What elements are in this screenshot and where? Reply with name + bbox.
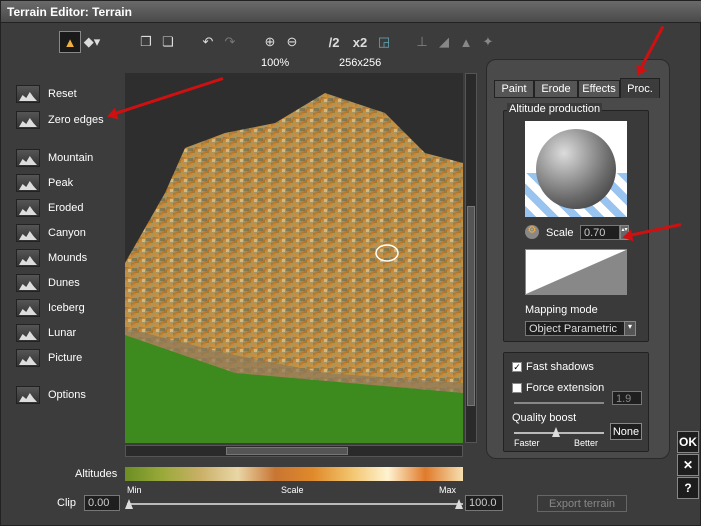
altitude-curve-preview[interactable]: [525, 249, 627, 295]
zoom-in-icon[interactable]: ⊕: [259, 31, 281, 53]
fast-shadows-checkbox[interactable]: ✓ Fast shadows: [512, 361, 594, 373]
options-icon: [16, 386, 40, 404]
faster-label: Faster: [514, 438, 540, 448]
double-resolution-button[interactable]: x2: [347, 31, 373, 53]
render-options-group: ✓ Fast shadows Force extension 1.9 Qualit…: [503, 352, 649, 452]
checked-icon: ✓: [512, 362, 522, 372]
scale-min-label: Min: [127, 485, 142, 495]
scale-input[interactable]: 0.70: [580, 225, 620, 240]
quality-boost-label: Quality boost: [512, 412, 577, 424]
terrain-mode-dropdown-icon[interactable]: ◆▾: [81, 31, 103, 53]
better-label: Better: [574, 438, 599, 448]
mounds-button[interactable]: Mounds: [16, 247, 126, 269]
peak-button[interactable]: Peak: [16, 172, 126, 194]
toolbar-mode-group: ▲ ◆▾: [59, 27, 103, 57]
altitude-production-group: Altitude production ⚙ Scale 0.70 ▴▾ Mapp…: [503, 103, 649, 342]
undo-icon[interactable]: ↶: [197, 31, 219, 53]
scale-label: Scale: [281, 485, 304, 495]
filter-icon-2[interactable]: ◢: [433, 31, 455, 53]
tab-erode[interactable]: Erode: [534, 80, 578, 98]
toolbar-undo-group: ↶ ↷: [197, 27, 241, 57]
toolbar-resolution-group: /2 x2 ◲: [321, 27, 395, 57]
lunar-button[interactable]: Lunar: [16, 322, 126, 344]
terrain-render: [125, 93, 463, 443]
clip-max-input[interactable]: 100.0: [465, 495, 503, 511]
eroded-button[interactable]: Eroded: [16, 197, 126, 219]
filter-icon-4[interactable]: ✦: [477, 31, 499, 53]
scale-label: Scale: [546, 227, 574, 239]
mountain-button[interactable]: Mountain: [16, 147, 126, 169]
terrain-resolution: 256x256: [339, 57, 382, 69]
toolbar-clipboard-group: ❐ ❏: [135, 27, 179, 57]
title-bar: Terrain Editor: Terrain: [1, 1, 701, 23]
help-button[interactable]: ?: [677, 477, 699, 499]
reset-icon: [16, 85, 40, 103]
peak-icon: [16, 174, 40, 192]
canyon-icon: [16, 224, 40, 242]
ok-button[interactable]: OK: [677, 431, 699, 453]
tab-proc[interactable]: Proc.: [620, 78, 660, 98]
picture-button[interactable]: Picture: [16, 347, 126, 369]
resize-icon[interactable]: ◲: [373, 31, 395, 53]
clip-label: Clip: [57, 497, 76, 509]
zoom-level: 100%: [261, 57, 290, 69]
halve-resolution-button[interactable]: /2: [321, 31, 347, 53]
paste-icon[interactable]: ❏: [157, 31, 179, 53]
mountain-icon: [16, 149, 40, 167]
canyon-button[interactable]: Canyon: [16, 222, 126, 244]
options-button[interactable]: Options: [16, 384, 126, 406]
force-extension-checkbox[interactable]: Force extension: [512, 382, 604, 394]
scale-max-label: Max: [439, 485, 457, 495]
force-extension-slider[interactable]: [514, 402, 604, 404]
iceberg-button[interactable]: Iceberg: [16, 297, 126, 319]
view-horizontal-scrollbar[interactable]: [125, 445, 463, 457]
clip-min-input[interactable]: 0.00: [84, 495, 120, 511]
tab-effects[interactable]: Effects: [578, 80, 620, 98]
toolbar-zoom-group: ⊕ ⊖: [259, 27, 303, 57]
dunes-icon: [16, 274, 40, 292]
terrain-editor-window: Terrain Editor: Terrain ▲ ◆▾ ❐ ❏ ↶ ↷ ⊕ ⊖…: [0, 0, 701, 526]
zoom-out-icon[interactable]: ⊖: [281, 31, 303, 53]
horizontal-scroll-thumb[interactable]: [226, 447, 348, 455]
terrain-mode-icon[interactable]: ▲: [59, 31, 81, 53]
picture-icon: [16, 349, 40, 367]
mounds-icon: [16, 249, 40, 267]
altitude-color-bar[interactable]: [125, 467, 463, 481]
zero-edges-icon: [16, 111, 40, 129]
copy-icon[interactable]: ❐: [135, 31, 157, 53]
window-title: Terrain Editor: Terrain: [7, 5, 132, 19]
eroded-icon: [16, 199, 40, 217]
mapping-mode-label: Mapping mode: [525, 304, 598, 316]
altitude-production-title: Altitude production: [507, 103, 603, 115]
material-preview[interactable]: [525, 121, 627, 217]
force-extension-value[interactable]: 1.9: [612, 391, 642, 405]
redo-icon[interactable]: ↷: [219, 31, 241, 53]
right-panel: Paint Erode Effects Proc. Altitude produ…: [486, 59, 670, 459]
reset-button[interactable]: Reset: [16, 83, 126, 105]
iceberg-icon: [16, 299, 40, 317]
terrain-3d-view[interactable]: [125, 73, 463, 443]
cancel-button[interactable]: ✕: [677, 454, 699, 476]
vertical-scroll-thumb[interactable]: [467, 206, 475, 406]
tab-paint[interactable]: Paint: [494, 80, 534, 98]
mapping-mode-select[interactable]: Object Parametric: [525, 321, 635, 336]
lunar-icon: [16, 324, 40, 342]
filter-icon-3[interactable]: ▲: [455, 31, 477, 53]
altitudes-label: Altitudes: [75, 468, 118, 480]
scale-mode-icon[interactable]: ⚙: [525, 225, 539, 239]
quality-boost-slider[interactable]: [514, 432, 604, 434]
filter-icon-1[interactable]: ⊥: [411, 31, 433, 53]
unchecked-icon: [512, 383, 522, 393]
toolbar-filter-group: ⊥ ◢ ▲ ✦: [411, 27, 499, 57]
view-vertical-scrollbar[interactable]: [465, 73, 477, 443]
export-terrain-button[interactable]: Export terrain: [537, 495, 627, 512]
clip-slider[interactable]: [127, 503, 463, 505]
quality-none-button[interactable]: None: [610, 423, 642, 440]
chevron-down-icon[interactable]: ▾: [624, 321, 636, 336]
sphere-preview: [536, 129, 616, 209]
dunes-button[interactable]: Dunes: [16, 272, 126, 294]
